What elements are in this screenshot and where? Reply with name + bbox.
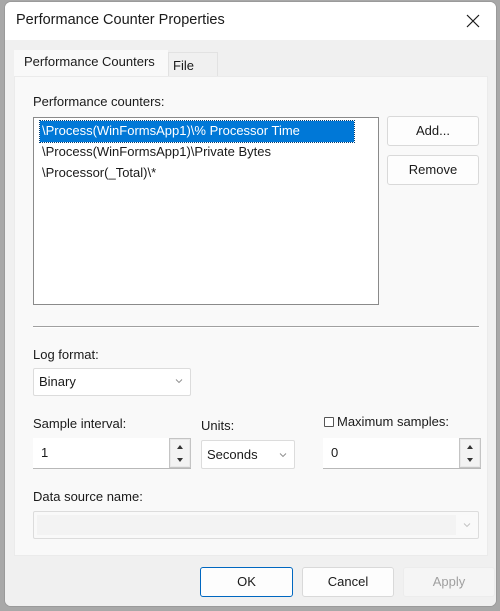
separator xyxy=(33,326,479,328)
dialog-window: Performance Counter Properties Performan… xyxy=(4,1,497,607)
log-format-label: Log format: xyxy=(33,347,99,362)
log-format-dropdown[interactable]: Binary xyxy=(33,368,191,396)
units-label: Units: xyxy=(201,418,235,433)
apply-button[interactable]: Apply xyxy=(403,567,495,597)
maximum-samples-up-button[interactable] xyxy=(461,440,479,453)
sample-interval-spinner[interactable]: 1 xyxy=(33,438,191,469)
maximum-samples-label: Maximum samples: xyxy=(337,414,449,429)
maximum-samples-checkbox[interactable] xyxy=(324,417,334,427)
sample-interval-value: 1 xyxy=(41,445,49,460)
ok-button[interactable]: OK xyxy=(200,567,293,597)
maximum-samples-updown xyxy=(459,438,481,468)
list-item[interactable]: \Process(WinFormsApp1)\Private Bytes xyxy=(40,142,354,163)
performance-counters-label: Performance counters: xyxy=(33,94,165,109)
arrow-up-icon xyxy=(177,444,183,449)
data-source-name-label: Data source name: xyxy=(33,489,143,504)
units-value: Seconds xyxy=(207,447,258,462)
tab-file[interactable]: File xyxy=(168,52,218,76)
maximum-samples-spinner[interactable]: 0 xyxy=(323,438,481,469)
data-source-name-field xyxy=(37,515,456,535)
cancel-button[interactable]: Cancel xyxy=(302,567,394,597)
chevron-down-icon xyxy=(175,379,183,384)
counters-listbox[interactable]: \Process(WinFormsApp1)\% Processor Time … xyxy=(33,117,379,305)
data-source-name-dropdown[interactable] xyxy=(33,511,479,539)
title-bar: Performance Counter Properties xyxy=(5,2,496,40)
arrow-up-icon xyxy=(467,444,473,449)
close-icon xyxy=(466,14,480,28)
sample-interval-up-button[interactable] xyxy=(171,440,189,453)
maximum-samples-down-button[interactable] xyxy=(461,453,479,466)
list-item[interactable]: \Processor(_Total)\* xyxy=(40,163,354,184)
tab-performance-counters[interactable]: Performance Counters xyxy=(14,50,168,77)
add-counter-button[interactable]: Add... xyxy=(387,116,479,146)
tab-panel-performance-counters: Performance counters: \Process(WinFormsA… xyxy=(14,76,488,556)
arrow-down-icon xyxy=(467,457,473,462)
log-format-value: Binary xyxy=(39,374,76,389)
remove-counter-button[interactable]: Remove xyxy=(387,155,479,185)
sample-interval-down-button[interactable] xyxy=(171,453,189,466)
arrow-down-icon xyxy=(177,457,183,462)
chevron-down-icon xyxy=(463,523,471,528)
dialog-footer: OK Cancel Apply xyxy=(5,556,496,606)
chevron-down-icon xyxy=(279,453,287,458)
units-dropdown[interactable]: Seconds xyxy=(201,440,295,469)
maximum-samples-value: 0 xyxy=(331,445,339,460)
close-button[interactable] xyxy=(450,2,496,40)
list-item[interactable]: \Process(WinFormsApp1)\% Processor Time xyxy=(39,120,355,143)
sample-interval-updown xyxy=(169,438,191,468)
window-title: Performance Counter Properties xyxy=(16,12,225,28)
sample-interval-label: Sample interval: xyxy=(33,416,127,431)
